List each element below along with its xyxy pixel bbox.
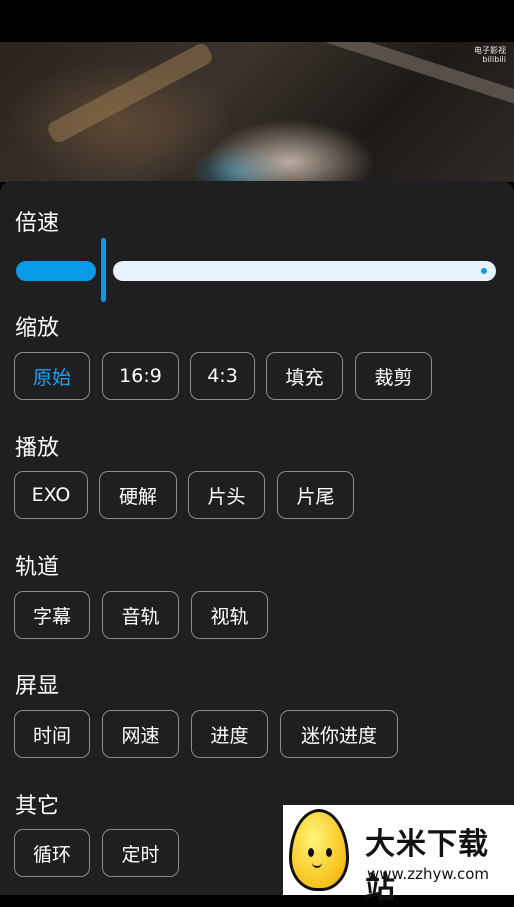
- screen-option-progress[interactable]: 进度: [191, 710, 268, 758]
- site-logo-watermark: 大米下载站 www.zzhyw.com: [283, 805, 514, 906]
- track-option-video[interactable]: 视轨: [191, 591, 268, 639]
- section-title-other: 其它: [15, 794, 60, 819]
- section-title-screen: 屏显: [15, 674, 60, 699]
- mascot-mouth: [312, 860, 322, 868]
- watermark-line: bilibili: [482, 55, 507, 64]
- section-title-track: 轨道: [15, 555, 60, 580]
- zoom-option-original[interactable]: 原始: [14, 352, 90, 400]
- speed-slider-thumb[interactable]: [101, 238, 106, 302]
- section-title-speed: 倍速: [15, 211, 60, 236]
- video-preview[interactable]: 电子影视 bilibili: [0, 42, 514, 182]
- other-option-loop[interactable]: 循环: [14, 829, 90, 877]
- speed-slider-filled[interactable]: [16, 261, 96, 281]
- brand-name: 大米下载站: [365, 827, 489, 906]
- brand-url: www.zzhyw.com: [367, 865, 490, 883]
- playback-option-intro[interactable]: 片头: [188, 471, 265, 519]
- screen-option-time[interactable]: 时间: [14, 710, 90, 758]
- other-option-timer[interactable]: 定时: [102, 829, 179, 877]
- settings-panel: [0, 181, 514, 895]
- track-option-audio[interactable]: 音轨: [102, 591, 179, 639]
- playback-option-exo[interactable]: EXO: [14, 471, 88, 519]
- screen-option-mini-progress[interactable]: 迷你进度: [280, 710, 398, 758]
- mascot-eye: [326, 848, 332, 857]
- mascot-egg-icon: [289, 809, 349, 891]
- zoom-option-crop[interactable]: 裁剪: [355, 352, 432, 400]
- speed-slider-track[interactable]: [113, 261, 496, 281]
- speed-slider-end-dot: [481, 268, 487, 274]
- mascot-eye: [308, 848, 314, 857]
- section-title-zoom: 缩放: [15, 316, 60, 341]
- zoom-option-4-3[interactable]: 4:3: [190, 352, 255, 400]
- track-option-subtitle[interactable]: 字幕: [14, 591, 90, 639]
- playback-option-outro[interactable]: 片尾: [277, 471, 354, 519]
- section-title-playback: 播放: [15, 436, 60, 461]
- playback-option-hardware-decode[interactable]: 硬解: [99, 471, 177, 519]
- video-watermark: 电子影视 bilibili: [474, 46, 506, 64]
- zoom-option-16-9[interactable]: 16:9: [102, 352, 179, 400]
- video-scene-object: [45, 42, 215, 145]
- zoom-option-fill[interactable]: 填充: [266, 352, 343, 400]
- watermark-line: 电子影视: [474, 46, 506, 55]
- screen-option-network-speed[interactable]: 网速: [102, 710, 179, 758]
